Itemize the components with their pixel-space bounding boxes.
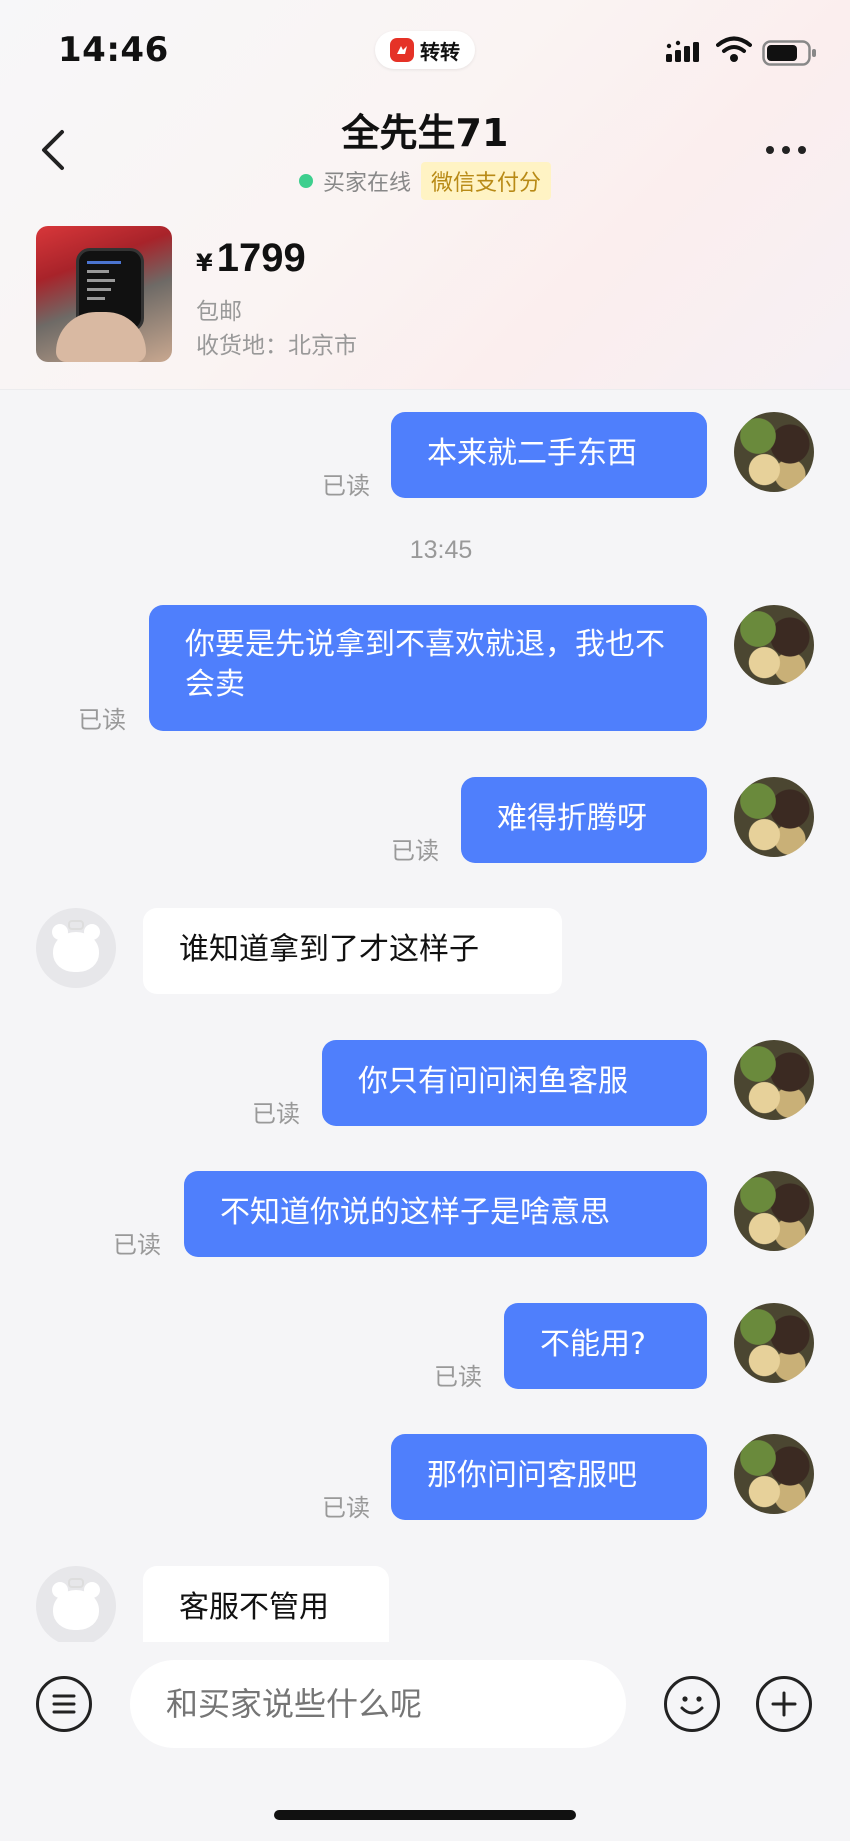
status-bar: 14:46 转转 xyxy=(0,0,850,100)
buyer-avatar[interactable] xyxy=(36,1566,116,1646)
chat-title: 全先生71 xyxy=(341,111,509,155)
read-receipt: 已读 xyxy=(322,1494,370,1522)
shipping-label: 包邮 xyxy=(196,299,242,325)
my-avatar[interactable] xyxy=(734,1171,814,1251)
my-avatar[interactable] xyxy=(734,605,814,685)
product-price: ¥ 1799 xyxy=(196,236,306,281)
home-indicator[interactable] xyxy=(274,1810,576,1820)
read-receipt: 已读 xyxy=(434,1363,482,1391)
my-avatar[interactable] xyxy=(734,1303,814,1383)
my-avatar[interactable] xyxy=(734,412,814,492)
message-bubble[interactable]: 客服不管用 xyxy=(143,1566,389,1642)
plus-icon xyxy=(771,1691,797,1717)
status-time: 14:46 xyxy=(58,30,169,70)
battery-icon xyxy=(762,40,816,66)
message-bubble[interactable]: 难得折腾呀 xyxy=(461,777,707,863)
message-bubble[interactable]: 不知道你说的这样子是啥意思 xyxy=(184,1171,707,1257)
read-receipt: 已读 xyxy=(78,706,126,734)
my-avatar[interactable] xyxy=(734,1040,814,1120)
read-receipt: 已读 xyxy=(113,1231,161,1259)
add-button[interactable] xyxy=(756,1676,812,1732)
signal-icon xyxy=(666,40,699,62)
message-bubble[interactable]: 你要是先说拿到不喜欢就退，我也不会卖 xyxy=(149,605,707,731)
currency-symbol: ¥ xyxy=(196,249,213,277)
message-bubble[interactable]: 本来就二手东西 xyxy=(391,412,707,498)
message-bubble[interactable]: 不能用? xyxy=(504,1303,707,1389)
buyer-avatar[interactable] xyxy=(36,908,116,988)
read-receipt: 已读 xyxy=(391,837,439,865)
buyer-status-line: 买家在线 微信支付分 xyxy=(0,162,850,200)
message-input[interactable] xyxy=(130,1660,626,1748)
online-dot-icon xyxy=(298,174,313,188)
wechat-pay-badge[interactable]: 微信支付分 xyxy=(421,162,552,200)
emoji-button[interactable] xyxy=(664,1676,720,1732)
app-name: 转转 xyxy=(420,39,460,64)
chat-timestamp: 13:45 xyxy=(409,536,473,564)
app-switch-pill[interactable]: 转转 xyxy=(375,31,475,69)
my-avatar[interactable] xyxy=(734,777,814,857)
online-status: 买家在线 xyxy=(322,171,411,196)
menu-button[interactable] xyxy=(36,1676,92,1732)
message-bubble[interactable]: 谁知道拿到了才这样子 xyxy=(143,908,562,994)
message-bubble[interactable]: 你只有问问闲鱼客服 xyxy=(322,1040,707,1126)
menu-icon xyxy=(52,1694,76,1714)
message-bubble[interactable]: 那你问问客服吧 xyxy=(391,1434,707,1520)
read-receipt: 已读 xyxy=(322,472,370,500)
more-icon[interactable] xyxy=(762,138,810,162)
wifi-icon xyxy=(716,36,752,62)
read-receipt: 已读 xyxy=(252,1100,300,1128)
price-value: 1799 xyxy=(216,236,306,280)
delivery-address: 收货地：北京市 xyxy=(196,333,357,359)
my-avatar[interactable] xyxy=(734,1434,814,1514)
app-logo-icon xyxy=(390,38,414,62)
product-image[interactable] xyxy=(36,226,172,362)
emoji-icon xyxy=(680,1696,704,1715)
